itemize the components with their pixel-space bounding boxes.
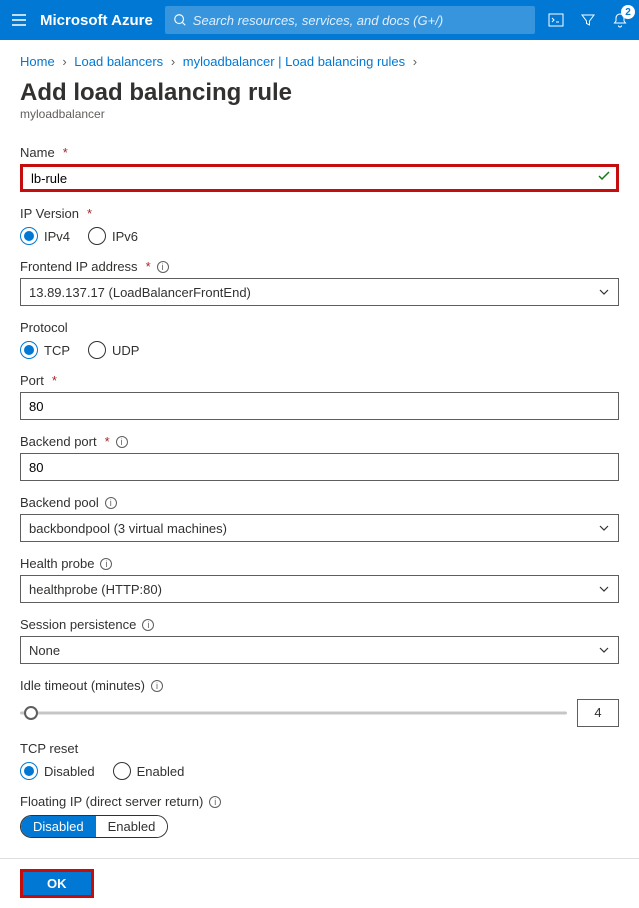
radio-ipv6[interactable]: IPv6 xyxy=(88,227,138,245)
breadcrumb: Home › Load balancers › myloadbalancer |… xyxy=(0,40,639,75)
label-idle: Idle timeout (minutes)i xyxy=(20,678,619,693)
chevron-down-icon xyxy=(598,522,610,534)
info-icon[interactable]: i xyxy=(157,261,169,273)
field-floating: Floating IP (direct server return)i Disa… xyxy=(20,794,619,838)
field-backendport: Backend port*i xyxy=(20,434,619,481)
radio-ipv4[interactable]: IPv4 xyxy=(20,227,70,245)
field-frontend: Frontend IP address*i 13.89.137.17 (Load… xyxy=(20,259,619,306)
info-icon[interactable]: i xyxy=(100,558,112,570)
label-floating: Floating IP (direct server return)i xyxy=(20,794,619,809)
notifications-icon[interactable]: 2 xyxy=(611,11,629,29)
search-input[interactable] xyxy=(193,13,527,28)
port-input[interactable] xyxy=(20,392,619,420)
label-name: Name* xyxy=(20,145,619,160)
chevron-right-icon: › xyxy=(171,54,175,69)
chevron-down-icon xyxy=(598,583,610,595)
label-ipversion: IP Version* xyxy=(20,206,619,221)
form: Name* IP Version* IPv4 IPv6 Frontend IP … xyxy=(0,145,639,838)
radio-tcp[interactable]: TCP xyxy=(20,341,70,359)
crumb-rules[interactable]: myloadbalancer | Load balancing rules xyxy=(183,54,405,69)
radio-udp[interactable]: UDP xyxy=(88,341,139,359)
info-icon[interactable]: i xyxy=(116,436,128,448)
label-port: Port* xyxy=(20,373,619,388)
name-input[interactable] xyxy=(20,164,619,192)
chevron-down-icon xyxy=(598,286,610,298)
field-backendpool: Backend pooli backbondpool (3 virtual ma… xyxy=(20,495,619,542)
field-tcpreset: TCP reset Disabled Enabled xyxy=(20,741,619,780)
chevron-right-icon: › xyxy=(413,54,417,69)
check-icon xyxy=(597,169,611,183)
info-icon[interactable]: i xyxy=(142,619,154,631)
radio-tcpreset-disabled[interactable]: Disabled xyxy=(20,762,95,780)
backendpool-select[interactable]: backbondpool (3 virtual machines) xyxy=(20,514,619,542)
label-backendpool: Backend pooli xyxy=(20,495,619,510)
info-icon[interactable]: i xyxy=(151,680,163,692)
idle-slider[interactable] xyxy=(20,703,567,723)
backendport-input[interactable] xyxy=(20,453,619,481)
label-healthprobe: Health probei xyxy=(20,556,619,571)
search-box[interactable] xyxy=(165,6,535,34)
filter-icon[interactable] xyxy=(579,11,597,29)
radio-tcpreset-enabled[interactable]: Enabled xyxy=(113,762,185,780)
menu-icon[interactable] xyxy=(10,11,28,29)
field-idle: Idle timeout (minutes)i 4 xyxy=(20,678,619,727)
field-port: Port* xyxy=(20,373,619,420)
field-session: Session persistencei None xyxy=(20,617,619,664)
crumb-home[interactable]: Home xyxy=(20,54,55,69)
session-select[interactable]: None xyxy=(20,636,619,664)
field-protocol: Protocol TCP UDP xyxy=(20,320,619,359)
crumb-loadbalancers[interactable]: Load balancers xyxy=(74,54,163,69)
floating-disabled[interactable]: Disabled xyxy=(21,816,96,837)
frontend-select[interactable]: 13.89.137.17 (LoadBalancerFrontEnd) xyxy=(20,278,619,306)
label-tcpreset: TCP reset xyxy=(20,741,619,756)
top-header: Microsoft Azure 2 xyxy=(0,0,639,40)
idle-value[interactable]: 4 xyxy=(577,699,619,727)
page-subtitle: myloadbalancer xyxy=(0,107,639,131)
label-frontend: Frontend IP address*i xyxy=(20,259,619,274)
label-protocol: Protocol xyxy=(20,320,619,335)
footer: OK xyxy=(0,858,639,908)
brand-label: Microsoft Azure xyxy=(40,12,153,29)
chevron-down-icon xyxy=(598,644,610,656)
label-session: Session persistencei xyxy=(20,617,619,632)
info-icon[interactable]: i xyxy=(209,796,221,808)
field-ipversion: IP Version* IPv4 IPv6 xyxy=(20,206,619,245)
label-backendport: Backend port*i xyxy=(20,434,619,449)
page-title: Add load balancing rule xyxy=(0,75,639,107)
notif-badge: 2 xyxy=(621,5,635,19)
info-icon[interactable]: i xyxy=(105,497,117,509)
search-icon xyxy=(173,13,187,27)
field-healthprobe: Health probei healthprobe (HTTP:80) xyxy=(20,556,619,603)
floating-enabled[interactable]: Enabled xyxy=(96,816,168,837)
chevron-right-icon: › xyxy=(62,54,66,69)
field-name: Name* xyxy=(20,145,619,192)
healthprobe-select[interactable]: healthprobe (HTTP:80) xyxy=(20,575,619,603)
floating-toggle[interactable]: Disabled Enabled xyxy=(20,815,168,838)
cloudshell-icon[interactable] xyxy=(547,11,565,29)
header-icons: 2 xyxy=(547,11,629,29)
ok-button[interactable]: OK xyxy=(20,869,94,898)
